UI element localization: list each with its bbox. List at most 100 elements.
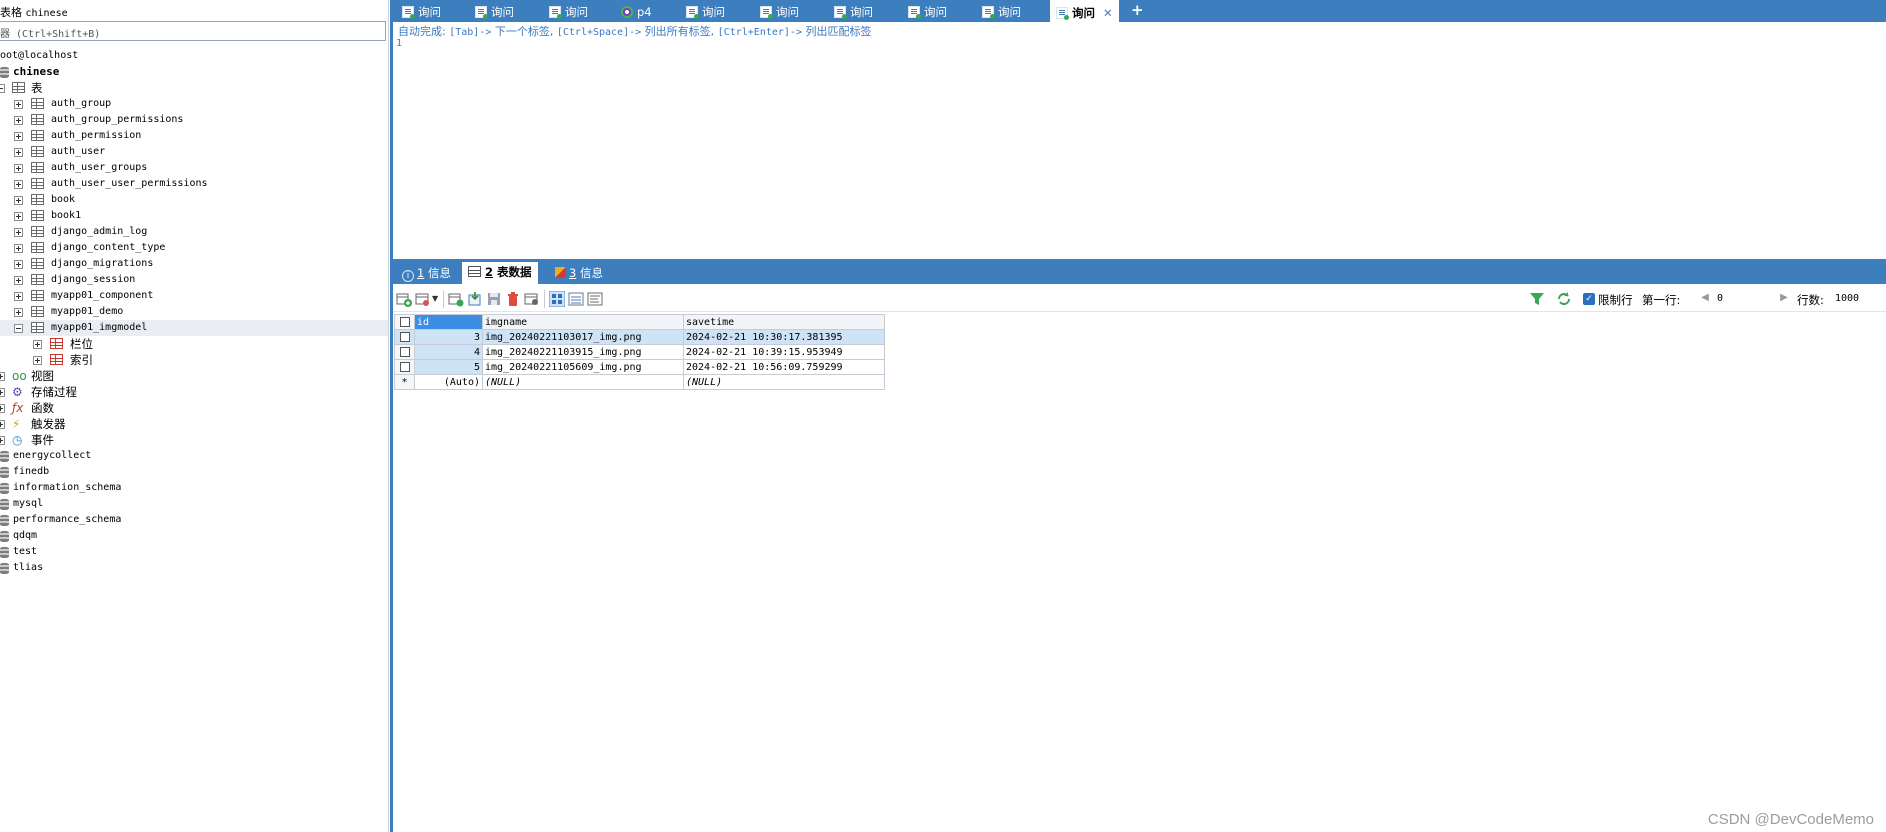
expand-icon[interactable] xyxy=(14,180,23,189)
row-checkbox[interactable] xyxy=(399,361,410,372)
row-checkbox[interactable] xyxy=(399,346,410,357)
expand-icon[interactable] xyxy=(14,132,23,141)
expand-icon[interactable] xyxy=(14,308,23,317)
tree-table-auth-group[interactable]: auth_group xyxy=(0,96,388,112)
next-page-icon[interactable]: ▶ xyxy=(1777,292,1791,306)
import-icon[interactable] xyxy=(467,291,483,307)
expand-icon[interactable] xyxy=(33,356,42,365)
cell-imgname[interactable]: img_20240221105609_img.png xyxy=(482,359,684,375)
expand-icon[interactable] xyxy=(14,292,23,301)
tab-result-info-3[interactable]: 3 信息 xyxy=(549,263,609,284)
tree-db-tlias[interactable]: tlias xyxy=(0,560,388,576)
tree-db-qdqm[interactable]: qdqm xyxy=(0,528,388,544)
tree-table-book1[interactable]: book1 xyxy=(0,208,388,224)
sort-refresh-icon[interactable] xyxy=(1556,291,1572,307)
expand-icon[interactable] xyxy=(0,388,5,397)
first-row-input[interactable]: 0 xyxy=(1715,291,1775,307)
tree-table-myapp01-component[interactable]: myapp01_component xyxy=(0,288,388,304)
tree-table-myapp01-demo[interactable]: myapp01_demo xyxy=(0,304,388,320)
row-select-cell[interactable] xyxy=(394,329,415,345)
tree-table-auth-group-permissions[interactable]: auth_group_permissions xyxy=(0,112,388,128)
tab-query-7[interactable]: 询问 xyxy=(834,2,873,22)
tree-folder-tables[interactable]: 表 xyxy=(0,80,388,96)
text-view-icon[interactable] xyxy=(587,291,603,307)
limit-rows-checkbox[interactable]: ✓ xyxy=(1583,293,1595,305)
tab-p4[interactable]: p4 xyxy=(621,2,652,22)
tree-db-information-schema[interactable]: information_schema xyxy=(0,480,388,496)
expand-icon[interactable] xyxy=(14,276,23,285)
tree-table-django-content-type[interactable]: django_content_type xyxy=(0,240,388,256)
column-header-savetime[interactable]: savetime xyxy=(683,314,885,330)
cell-savetime[interactable]: (NULL) xyxy=(683,374,885,390)
expand-icon[interactable] xyxy=(0,436,5,445)
tree-folder-triggers[interactable]: ⚡ 触发器 xyxy=(0,416,388,432)
save-icon[interactable] xyxy=(486,291,502,307)
cell-imgname[interactable]: img_20240221103915_img.png xyxy=(482,344,684,360)
collapse-icon[interactable] xyxy=(0,84,5,93)
cell-savetime[interactable]: 2024-02-21 10:56:09.759299 xyxy=(683,359,885,375)
collapse-icon[interactable] xyxy=(14,324,23,333)
prev-page-icon[interactable]: ◀ xyxy=(1698,292,1712,306)
expand-icon[interactable] xyxy=(14,116,23,125)
tab-query-3[interactable]: 询问 xyxy=(549,2,588,22)
cell-id[interactable]: 5 xyxy=(414,359,483,375)
tab-query-9[interactable]: 询问 xyxy=(982,2,1021,22)
table-row[interactable]: 4 img_20240221103915_img.png 2024-02-21 … xyxy=(394,344,885,360)
add-row-icon[interactable] xyxy=(396,291,412,307)
tab-query-1[interactable]: 询问 xyxy=(402,2,441,22)
delete-icon[interactable] xyxy=(505,291,521,307)
tab-result-info-1[interactable]: i1 信息 xyxy=(396,263,457,284)
tab-query-2[interactable]: 询问 xyxy=(475,2,514,22)
tree-db-energycollect[interactable]: energycollect xyxy=(0,448,388,464)
insert-row-icon[interactable] xyxy=(448,291,464,307)
expand-icon[interactable] xyxy=(0,404,5,413)
refresh-grid-icon[interactable] xyxy=(524,291,540,307)
tree-db-finedb[interactable]: finedb xyxy=(0,464,388,480)
select-all-checkbox[interactable] xyxy=(399,316,410,327)
tree-db-mysql[interactable]: mysql xyxy=(0,496,388,512)
tree-db-performance-schema[interactable]: performance_schema xyxy=(0,512,388,528)
cell-savetime[interactable]: 2024-02-21 10:39:15.953949 xyxy=(683,344,885,360)
table-row[interactable]: 5 img_20240221105609_img.png 2024-02-21 … xyxy=(394,359,885,375)
expand-icon[interactable] xyxy=(14,260,23,269)
expand-icon[interactable] xyxy=(14,228,23,237)
cell-imgname[interactable]: img_20240221103017_img.png xyxy=(482,329,684,345)
tree-table-django-migrations[interactable]: django_migrations xyxy=(0,256,388,272)
row-select-cell[interactable] xyxy=(394,359,415,375)
form-view-icon[interactable] xyxy=(568,291,584,307)
tree-columns-folder[interactable]: 栏位 xyxy=(0,336,388,352)
cell-id[interactable]: (Auto) xyxy=(414,374,483,390)
row-count-input[interactable]: 1000 xyxy=(1835,291,1885,307)
filter-icon[interactable] xyxy=(1529,291,1545,307)
copy-row-icon[interactable] xyxy=(415,291,431,307)
chevron-down-icon[interactable]: ▼ xyxy=(432,294,438,303)
table-row[interactable]: 3 img_20240221103017_img.png 2024-02-21 … xyxy=(394,329,885,345)
expand-icon[interactable] xyxy=(14,148,23,157)
tree-folder-functions[interactable]: ƒx 函数 xyxy=(0,400,388,416)
cell-imgname[interactable]: (NULL) xyxy=(482,374,684,390)
add-tab-button[interactable]: + xyxy=(1131,1,1144,19)
new-row[interactable]: * (Auto) (NULL) (NULL) xyxy=(394,374,885,390)
tab-query-active[interactable]: 询问 ✕ xyxy=(1050,0,1119,22)
cell-id[interactable]: 4 xyxy=(414,344,483,360)
column-header-id[interactable]: id xyxy=(414,314,483,330)
select-all-cell[interactable] xyxy=(394,314,415,330)
expand-icon[interactable] xyxy=(14,164,23,173)
tree-folder-procedures[interactable]: ⚙ 存储过程 xyxy=(0,384,388,400)
tree-table-auth-user[interactable]: auth_user xyxy=(0,144,388,160)
expand-icon[interactable] xyxy=(0,372,5,381)
tree-indexes-folder[interactable]: 索引 xyxy=(0,352,388,368)
tab-result-table-data[interactable]: 2 表数据 xyxy=(462,262,538,284)
expand-icon[interactable] xyxy=(14,244,23,253)
cell-id[interactable]: 3 xyxy=(414,329,483,345)
tab-query-6[interactable]: 询问 xyxy=(760,2,799,22)
expand-icon[interactable] xyxy=(14,196,23,205)
row-select-cell[interactable] xyxy=(394,344,415,360)
expand-icon[interactable] xyxy=(14,100,23,109)
column-header-imgname[interactable]: imgname xyxy=(482,314,684,330)
cell-savetime[interactable]: 2024-02-21 10:30:17.381395 xyxy=(683,329,885,345)
tree-table-book[interactable]: book xyxy=(0,192,388,208)
tab-query-8[interactable]: 询问 xyxy=(908,2,947,22)
tree-table-django-session[interactable]: django_session xyxy=(0,272,388,288)
tree-table-django-admin-log[interactable]: django_admin_log xyxy=(0,224,388,240)
